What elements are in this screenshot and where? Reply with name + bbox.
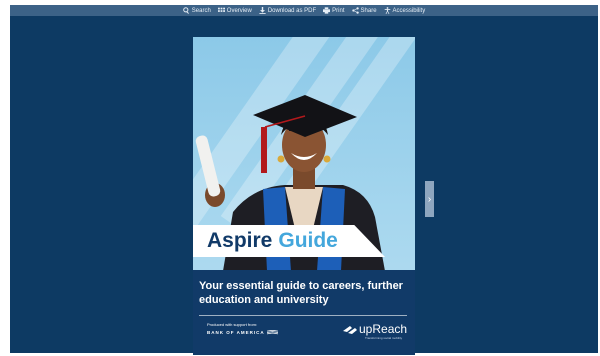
download-pdf-button[interactable]: Download as PDF bbox=[259, 7, 316, 14]
next-page-button[interactable]: › bbox=[425, 181, 434, 217]
flipbook-viewer: Search Overview Download as PDF Print Sh… bbox=[10, 5, 598, 355]
accessibility-label: Accessibility bbox=[392, 7, 426, 14]
share-button[interactable]: Share bbox=[351, 7, 377, 14]
overview-label: Overview bbox=[226, 7, 252, 14]
footer-divider bbox=[199, 315, 407, 316]
partner-name: upReach bbox=[359, 322, 408, 336]
overview-button[interactable]: Overview bbox=[217, 7, 252, 14]
share-icon bbox=[351, 7, 359, 14]
print-icon bbox=[323, 7, 331, 14]
search-button[interactable]: Search bbox=[182, 7, 211, 14]
title-guide: Guide bbox=[278, 229, 338, 252]
upreach-mark-icon bbox=[343, 326, 357, 334]
grid-icon bbox=[217, 7, 225, 12]
guide-cover-page: Aspire Guide Your essential guide to car… bbox=[193, 37, 415, 355]
title-aspire: Aspire bbox=[207, 229, 273, 252]
viewer-toolbar: Search Overview Download as PDF Print Sh… bbox=[10, 5, 598, 16]
print-label: Print bbox=[332, 7, 345, 14]
download-pdf-label: Download as PDF bbox=[267, 7, 317, 14]
partner-tagline: Transforming social mobility bbox=[365, 336, 403, 340]
bank-of-america-logo: BANK OF AMERICA bbox=[207, 330, 278, 335]
search-label: Search bbox=[191, 7, 211, 14]
flag-icon bbox=[266, 330, 278, 335]
cover-subtitle: Your essential guide to careers, further… bbox=[199, 280, 403, 306]
share-label: Share bbox=[360, 7, 377, 14]
print-button[interactable]: Print bbox=[323, 7, 345, 14]
chevron-right-icon: › bbox=[427, 193, 432, 205]
cover-footer-panel: Your essential guide to careers, further… bbox=[193, 270, 415, 355]
cover-title: Aspire Guide bbox=[193, 225, 385, 257]
download-icon bbox=[259, 7, 266, 14]
search-icon bbox=[182, 7, 189, 14]
upreach-logo: upReach bbox=[343, 322, 407, 336]
accessibility-button[interactable]: Accessibility bbox=[384, 7, 426, 14]
produced-with-text: Produced with support from: bbox=[207, 322, 258, 327]
sponsor-name: BANK OF AMERICA bbox=[207, 330, 265, 335]
accessibility-icon bbox=[384, 7, 390, 14]
